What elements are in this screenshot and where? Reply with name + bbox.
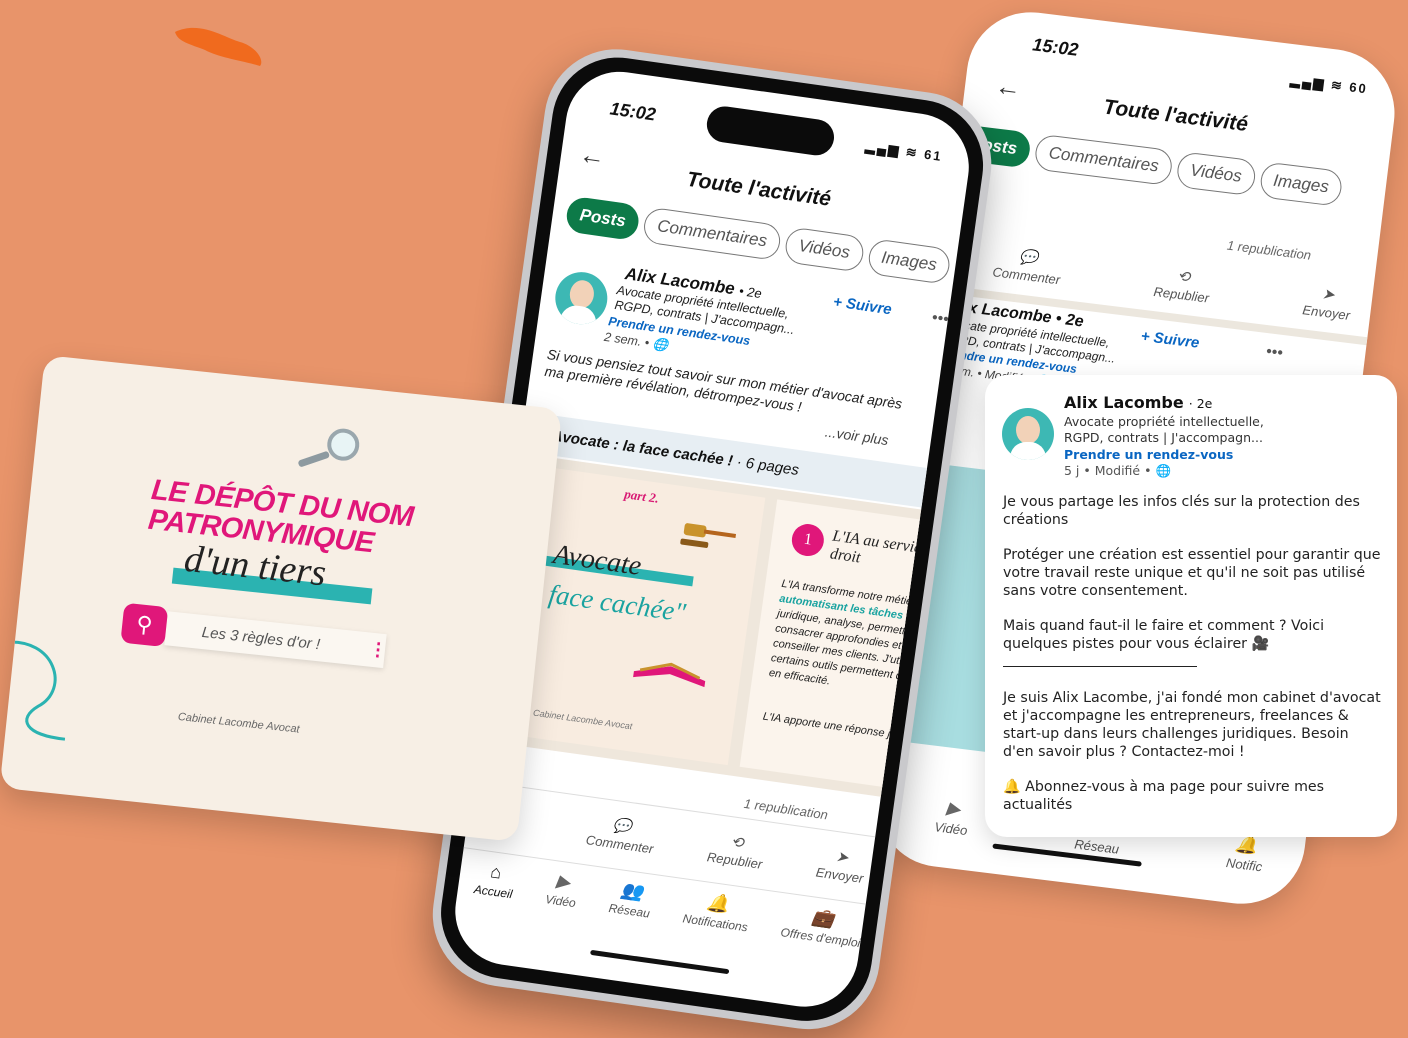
tab-notifications[interactable]: 🔔 Notific: [1225, 832, 1265, 874]
status-time: 15:02: [1031, 34, 1080, 60]
republication-count: 1 republication: [743, 795, 829, 823]
post-meta: 5 j • Modifié • 🌐: [1064, 463, 1172, 478]
video-icon: ▶: [555, 870, 572, 893]
home-indicator: [590, 949, 730, 975]
dynamic-island: [704, 104, 837, 158]
follow-button[interactable]: + Suivre: [832, 293, 893, 318]
status-icons: ▂▄▆ ≋ 60: [1289, 72, 1369, 97]
see-more-link[interactable]: ...voir plus: [824, 423, 889, 448]
post-paragraph: 🔔 Abonnez-vous à ma page pour suivre mes…: [1003, 779, 1325, 813]
globe-icon: 🌐: [1155, 463, 1172, 478]
avatar[interactable]: [1002, 408, 1054, 460]
post-actions: 💬 Commenter ⟲ Republier ➤ Envoyer: [585, 812, 867, 886]
post-paragraph: Mais quand faut-il le faire et comment ?…: [1003, 618, 1325, 652]
author-headline: Avocate propriété intellectuelle, RGPD, c…: [1064, 414, 1264, 445]
send-button[interactable]: ➤ Envoyer: [815, 845, 867, 886]
chip-videos[interactable]: Vidéos: [1175, 151, 1257, 197]
page-title: Toute l'activité: [685, 167, 833, 211]
status-time: 15:02: [608, 98, 658, 125]
author-name[interactable]: Alix Lacombe · 2e: [1064, 393, 1212, 412]
step-number: 1: [789, 521, 826, 559]
doc-firm: Cabinet Lacombe Avocat: [532, 707, 633, 732]
avatar[interactable]: [551, 268, 611, 328]
republication-count: 1 republication: [1226, 237, 1312, 263]
post-paragraph: Je vous partage les infos clés sur la pr…: [1003, 494, 1360, 528]
follow-button[interactable]: + Suivre: [1140, 328, 1200, 352]
status-icons: ▂▄▆ ≋ 61: [864, 138, 944, 164]
chip-images[interactable]: Images: [866, 237, 953, 285]
chip-comments[interactable]: Commentaires: [642, 206, 783, 262]
tab-notifications[interactable]: 🔔 Notifications: [682, 889, 752, 935]
post-paragraph: Protéger une création est essentiel pour…: [1003, 547, 1381, 599]
tab-video[interactable]: ▶ Vidéo: [545, 869, 580, 910]
document-card: LE DÉPÔT DU NOM PATRONYMIQUE d'un tiers ⚲…: [0, 355, 563, 842]
doc-card-footer: Cabinet Lacombe Avocat: [177, 710, 301, 736]
back-arrow-icon[interactable]: ←: [993, 70, 1023, 104]
chip-comments[interactable]: Commentaires: [1033, 133, 1174, 187]
kebab-icon: ⋮: [368, 638, 389, 661]
globe-icon: 🌐: [651, 336, 669, 353]
tab-jobs[interactable]: 💼 Offres d'emploi: [780, 902, 865, 950]
separator-line: [1003, 666, 1197, 667]
chip-videos[interactable]: Vidéos: [783, 226, 866, 273]
post-paragraph: Je suis Alix Lacombe, j'ai fondé mon cab…: [1003, 690, 1381, 760]
teal-curve: [4, 640, 66, 741]
send-button[interactable]: ➤ Envoyer: [1302, 282, 1354, 323]
post-body: Je vous partage les infos clés sur la pr…: [1003, 493, 1383, 831]
tab-video[interactable]: ▶ Vidéo: [934, 796, 971, 839]
post-detail-card: Alix Lacombe · 2e Avocate propriété inte…: [985, 375, 1397, 837]
chip-images[interactable]: Images: [1258, 161, 1344, 207]
part-label: part 2.: [623, 486, 660, 506]
filter-chips: Posts Commentaires Vidéos Images: [564, 195, 957, 286]
video-icon: ▶: [945, 797, 962, 820]
filter-chips: Posts Commentaires Vidéos Images: [955, 124, 1350, 208]
chip-posts[interactable]: Posts: [564, 195, 642, 242]
page-title: Toute l'activité: [1102, 95, 1250, 137]
network-icon: 👥: [619, 879, 645, 903]
tab-network[interactable]: 👥Réseau: [608, 878, 654, 921]
more-icon[interactable]: •••: [1265, 343, 1284, 363]
orange-brush-stroke: [175, 27, 262, 67]
comment-button[interactable]: 💬 Commenter: [585, 812, 657, 857]
comment-button[interactable]: 💬 Commenter: [992, 244, 1064, 287]
tab-home[interactable]: ⌂ Accueil: [473, 859, 516, 901]
magnifier-icon: [298, 428, 360, 467]
gavel-icon: [680, 523, 737, 548]
doc-headline: Avocate: [551, 538, 644, 582]
repost-button[interactable]: ⟲ Republier: [706, 829, 766, 871]
doc-section-footer: L'IA apporte une réponse juridique.: [762, 710, 933, 747]
book-icon: [633, 662, 706, 688]
back-arrow-icon[interactable]: ←: [577, 139, 607, 173]
doc-card-search: ⚲ Les 3 règles d'or ! ⋮: [120, 602, 393, 671]
repost-button[interactable]: ⟲ Republier: [1153, 264, 1213, 306]
post-text: Si vous pensiez tout savoir sur mon méti…: [543, 346, 904, 415]
appointment-link[interactable]: Prendre un rendez-vous: [1064, 447, 1233, 462]
home-icon: ⌂: [489, 861, 503, 883]
